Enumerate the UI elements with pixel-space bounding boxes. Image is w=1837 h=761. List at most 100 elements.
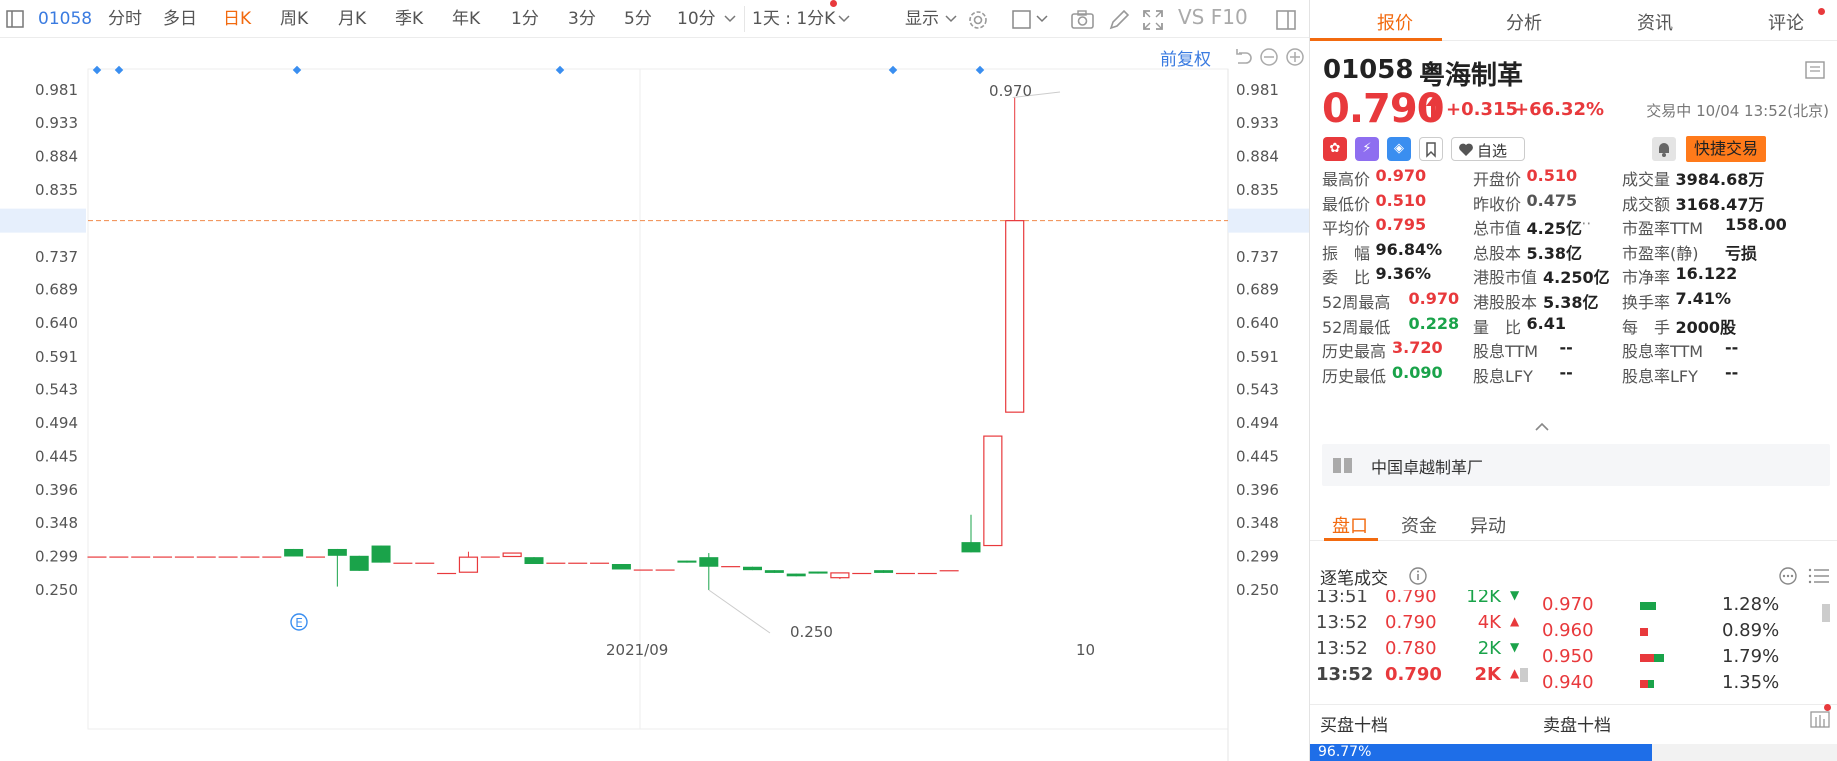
company-card[interactable]: 中国卓越制革厂 xyxy=(1322,444,1830,486)
subtab-orderbook[interactable]: 盘口 xyxy=(1332,512,1368,538)
more-options-icon[interactable] xyxy=(1778,566,1798,586)
candle-body-up xyxy=(983,435,1003,547)
period-tab-5min[interactable]: 5分 xyxy=(624,9,652,29)
chevron-down-icon[interactable] xyxy=(1036,15,1048,23)
sidebar-toggle-icon[interactable] xyxy=(6,10,24,28)
quick-trade-button[interactable]: 快捷交易 xyxy=(1686,136,1766,162)
tick-time: 13:52 xyxy=(1316,638,1368,659)
adjust-mode-button[interactable]: 前复权 xyxy=(1160,45,1211,70)
period-tab-3min[interactable]: 3分 xyxy=(568,9,596,29)
tab-comments[interactable]: 评论 xyxy=(1768,9,1804,35)
stat-label: 最低价 xyxy=(1322,194,1371,214)
chevron-down-icon[interactable] xyxy=(838,15,850,23)
stat-value: 2000股 xyxy=(1675,317,1737,337)
tick-volume: 2K xyxy=(1477,638,1501,659)
current-price-line xyxy=(0,208,1309,233)
candle-body-down xyxy=(961,542,981,553)
detail-panel-icon[interactable] xyxy=(1805,61,1825,79)
list-view-icon[interactable] xyxy=(1808,566,1830,586)
y-tick-label-left: 0.933 xyxy=(35,114,78,132)
panel-toggle-icon[interactable] xyxy=(1274,8,1298,32)
period-tab-monthly[interactable]: 月K xyxy=(338,9,366,29)
tick-price: 0.790 xyxy=(1385,664,1442,685)
vs-f10-button[interactable]: VS F10 xyxy=(1178,7,1248,27)
camera-icon[interactable] xyxy=(1070,8,1094,32)
y-tick-label-right: 0.981 xyxy=(1236,81,1279,99)
undo-icon[interactable] xyxy=(1233,47,1253,67)
chevron-down-icon[interactable] xyxy=(724,15,736,23)
y-tick-label-right: 0.348 xyxy=(1236,514,1279,532)
settings-gear-icon[interactable] xyxy=(966,8,990,32)
stat-value: 0.228 xyxy=(1408,313,1460,333)
stat-value: 6.41 xyxy=(1526,313,1566,333)
candle-body-flat xyxy=(109,556,129,558)
candle-body-flat xyxy=(306,556,325,558)
stock-code: 01058 xyxy=(1323,55,1414,85)
kline-chart[interactable]: 0.9810.9330.8840.8350.7900.7370.6890.640… xyxy=(0,39,1309,761)
ticks-scrollbar[interactable] xyxy=(1520,668,1528,682)
watchlist-button[interactable]: 自选 xyxy=(1451,137,1525,161)
subtab-funds[interactable]: 资金 xyxy=(1401,512,1437,538)
subtab-movers[interactable]: 异动 xyxy=(1470,512,1506,538)
candle-body-up xyxy=(830,572,850,579)
fullscreen-icon[interactable] xyxy=(1141,8,1165,32)
period-tab-intraday[interactable]: 分时 xyxy=(108,9,142,29)
toolbar-code: 01058 xyxy=(38,9,93,29)
interval-select[interactable]: 1天 : 1分K xyxy=(752,9,835,29)
tab-analysis[interactable]: 分析 xyxy=(1506,9,1542,35)
zoom-in-icon[interactable] xyxy=(1285,47,1305,67)
notification-dot xyxy=(1818,8,1825,15)
period-tab-multiday[interactable]: 多日 xyxy=(163,9,197,29)
tab-quote[interactable]: 报价 xyxy=(1377,9,1413,35)
event-markers-top xyxy=(92,65,985,75)
stat-value: 4.25亿 xyxy=(1526,219,1582,239)
depth-scrollbar[interactable] xyxy=(1822,604,1830,622)
period-tab-weekly[interactable]: 周K xyxy=(280,9,308,29)
display-menu[interactable]: 显示 xyxy=(905,9,939,29)
stat-label: 股息率TTM xyxy=(1622,342,1704,362)
stat-value: 16.122 xyxy=(1675,264,1738,284)
lightning-icon[interactable]: ⚡ xyxy=(1355,137,1379,161)
ticks-and-depth[interactable]: 13:51 0.790 12K ▼ 13:52 0.790 4K ▲ 13:52 0.780 2K ▼… xyxy=(1310,590,1837,702)
tick-volume: 2K xyxy=(1474,664,1501,685)
more-info-icon[interactable]: ⋯ xyxy=(1577,214,1592,232)
alert-bell-icon[interactable] xyxy=(1652,137,1676,161)
candle-body-down xyxy=(327,548,347,556)
pencil-icon[interactable] xyxy=(1107,8,1131,32)
bookmark-icon[interactable] xyxy=(1419,137,1443,161)
candle-body-down xyxy=(524,557,544,565)
info-icon[interactable] xyxy=(1408,566,1428,586)
period-tab-1min[interactable]: 1分 xyxy=(511,9,539,29)
period-tab-10min[interactable]: 10分 xyxy=(677,9,716,29)
candle-body-down xyxy=(699,557,719,567)
heart-icon xyxy=(1459,143,1473,156)
candle-body-flat xyxy=(590,562,610,564)
tick-volume: 12K xyxy=(1466,590,1501,607)
tag-icon[interactable]: ◈ xyxy=(1387,137,1411,161)
y-tick-label-left: 0.299 xyxy=(35,547,78,565)
candle-body-up xyxy=(1005,220,1025,413)
depth-volume-bar xyxy=(1640,602,1656,610)
checkbox-icon[interactable] xyxy=(1010,8,1034,32)
candle-body-flat xyxy=(939,570,959,572)
price-change-pct: +66.32% xyxy=(1514,99,1605,120)
stat-label: 成交额 xyxy=(1622,194,1671,214)
stat-label: 港股股本 xyxy=(1473,293,1538,312)
collapse-chevron-icon[interactable] xyxy=(1534,422,1550,432)
candle-body-flat xyxy=(393,562,413,564)
candle-body-flat xyxy=(131,556,151,558)
chevron-down-icon[interactable] xyxy=(945,15,957,23)
period-tab-daily[interactable]: 日K xyxy=(223,9,251,29)
zoom-out-icon[interactable] xyxy=(1259,47,1279,67)
candle-body-flat xyxy=(852,572,872,575)
depth-percent: 0.89% xyxy=(1722,620,1780,641)
stat-label: 股息LFY xyxy=(1473,366,1533,386)
depth-chart-icon[interactable] xyxy=(1809,709,1831,729)
y-tick-label-left: 0.884 xyxy=(35,147,78,165)
tick-price: 0.790 xyxy=(1385,612,1437,633)
kline-svg[interactable]: 0.9810.9330.8840.8350.7900.7370.6890.640… xyxy=(0,39,1309,761)
tab-news[interactable]: 资讯 xyxy=(1637,9,1673,35)
candle-body-flat xyxy=(546,562,566,564)
period-tab-quarterly[interactable]: 季K xyxy=(395,9,423,29)
period-tab-yearly[interactable]: 年K xyxy=(452,9,480,29)
